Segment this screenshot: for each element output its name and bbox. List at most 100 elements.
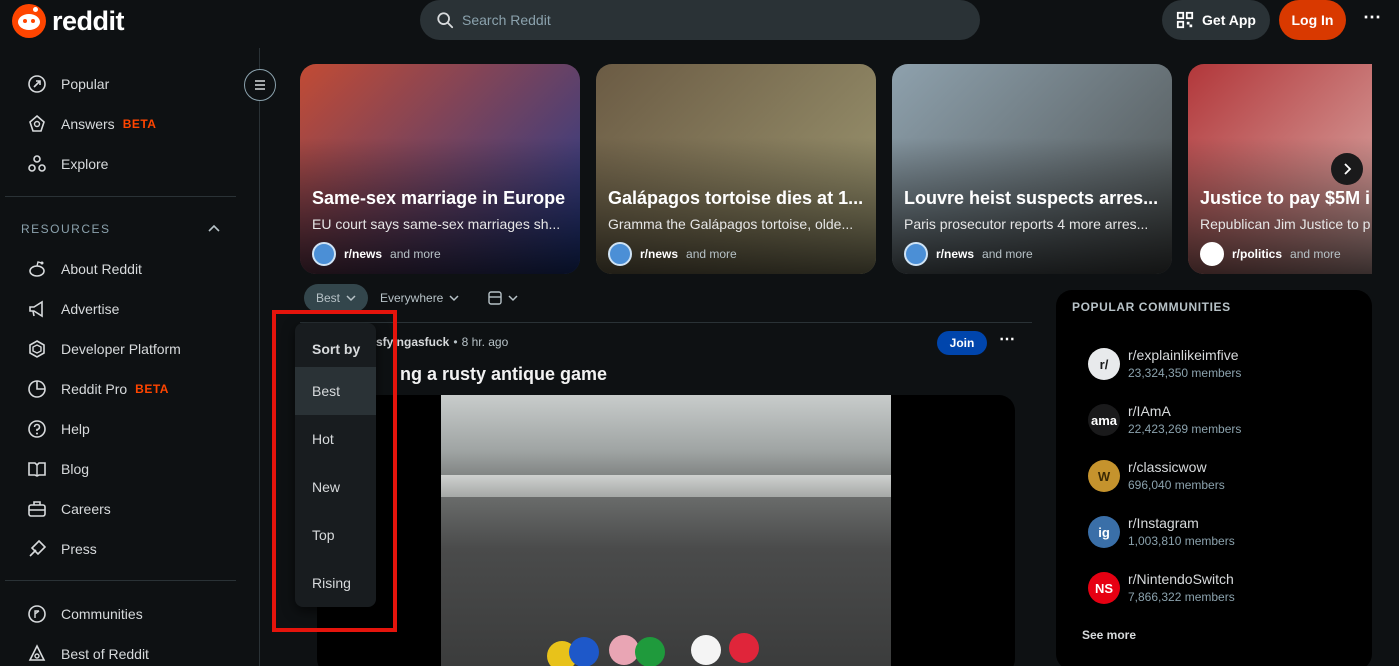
chevron-up-icon [208,224,220,232]
top-header: reddit Get App Log In ⋯ [0,0,1399,48]
sidebar-item-answers[interactable]: Answers BETA [5,104,236,144]
sidebar-item-help[interactable]: Help [5,409,236,449]
community-item[interactable]: ama r/IAmA 22,423,269 members [1088,400,1348,440]
answers-icon [29,114,45,132]
card-description: Gramma the Galápagos tortoise, olde... [608,216,854,232]
card-view-icon [488,291,502,305]
globe-icon [904,242,928,266]
location-label: Everywhere [380,291,444,305]
reddit-logo[interactable]: reddit [12,4,125,38]
community-name: r/NintendoSwitch [1128,571,1234,587]
community-item[interactable]: ig r/Instagram 1,003,810 members [1088,512,1348,552]
community-members: 7,866,322 members [1128,590,1235,604]
card-and-more: and more [982,247,1033,261]
chevron-right-icon [1344,163,1352,175]
sidebar-item-label: Press [61,541,97,557]
community-avatar: NS [1088,572,1120,604]
post-more-options-button[interactable]: ⋯ [993,331,1021,355]
join-button[interactable]: Join [937,331,987,355]
sidebar-item-press[interactable]: Press [5,529,236,569]
collapse-sidebar-button[interactable] [244,69,276,101]
sidebar-item-best-of-reddit[interactable]: Best of Reddit [5,634,236,666]
community-name: r/classicwow [1128,459,1207,475]
card-and-more: and more [686,247,737,261]
sidebar-item-label: Explore [61,156,109,172]
sidebar-item-label: Blog [61,461,90,477]
community-members: 696,040 members [1128,478,1225,492]
view-mode-dropdown-button[interactable] [482,284,524,312]
carousel-next-button[interactable] [1331,153,1363,185]
trending-card[interactable]: Louvre heist suspects arres... Paris pro… [892,64,1172,274]
card-title: Galápagos tortoise dies at 1... [608,188,864,208]
community-name: r/explainlikeimfive [1128,347,1239,363]
community-item[interactable]: r/ r/explainlikeimfive 23,324,350 member… [1088,344,1348,384]
sidebar-item-careers[interactable]: Careers [5,489,236,529]
card-subreddit-name: r/news [936,247,975,261]
login-button[interactable]: Log In [1279,0,1346,40]
sidebar-item-label: Communities [61,606,143,622]
sidebar-item-label: Popular [61,76,110,92]
reddit-snoo-icon [12,4,46,38]
sidebar-item-reddit-pro[interactable]: Reddit Pro BETA [5,369,236,409]
card-subreddit: r/politics and more [1200,242,1341,266]
see-more-button[interactable]: See more [1082,628,1136,642]
community-item[interactable]: NS r/NintendoSwitch 7,866,322 members [1088,568,1348,608]
meta-separator: • [453,335,458,349]
sidebar-item-about-reddit[interactable]: About Reddit [5,249,236,289]
globe-icon [312,242,336,266]
community-members: 23,324,350 members [1128,366,1242,380]
search-input[interactable] [462,12,942,28]
get-app-label: Get App [1202,12,1256,28]
reddit-pro-icon [28,380,46,398]
sidebar-item-advertise[interactable]: Advertise [5,289,236,329]
sidebar-item-explore[interactable]: Explore [5,144,236,184]
location-dropdown-button[interactable]: Everywhere [374,284,465,312]
trending-card[interactable]: Same-sex marriage in Europe EU court say… [300,64,580,274]
left-sidebar: Popular Answers BETA Explore RESOURCES A… [0,48,260,666]
search-bar[interactable] [420,0,980,40]
best-of-reddit-icon [28,644,46,661]
trending-carousel: Same-sex marriage in Europe EU court say… [300,64,1372,274]
community-avatar: r/ [1088,348,1120,380]
qr-code-icon [1176,11,1194,29]
more-options-button[interactable]: ⋯ [1356,6,1388,34]
sidebar-item-label: Help [61,421,90,437]
community-name: r/IAmA [1128,403,1171,419]
sidebar-item-developer-platform[interactable]: Developer Platform [5,329,236,369]
sidebar-item-label: Answers [61,116,115,132]
card-subreddit-name: r/news [640,247,679,261]
card-and-more: and more [1290,247,1341,261]
sort-dropdown-button[interactable]: Best [304,284,368,312]
community-name: r/Instagram [1128,515,1199,531]
sidebar-item-blog[interactable]: Blog [5,449,236,489]
white-knob [691,635,721,665]
sidebar-item-communities[interactable]: Communities [5,594,236,634]
resources-heading: RESOURCES [21,222,111,236]
red-knob [729,633,759,663]
about-reddit-icon [29,261,45,277]
chevron-down-icon [449,295,459,302]
card-title: Louvre heist suspects arres... [904,188,1159,208]
get-app-button[interactable]: Get App [1162,0,1270,40]
trending-card[interactable]: Galápagos tortoise dies at 1... Gramma t… [596,64,876,274]
post-video[interactable] [317,395,1015,666]
sidebar-item-label: Advertise [61,301,120,317]
popular-icon [28,75,46,93]
press-icon [29,539,47,557]
resources-section-toggle[interactable]: RESOURCES [21,222,221,236]
sidebar-item-popular[interactable]: Popular [5,64,236,104]
community-members: 22,423,269 members [1128,422,1242,436]
advertise-icon [29,300,43,318]
globe-icon [608,242,632,266]
chevron-down-icon [508,295,518,302]
community-item[interactable]: W r/classicwow 696,040 members [1088,456,1348,496]
search-icon [437,12,454,29]
community-avatar: W [1088,460,1120,492]
popular-communities-panel: POPULAR COMMUNITIES r/ r/explainlikeimfi… [1056,290,1372,666]
annotation-highlight-box [272,310,397,632]
post-title[interactable]: ng a rusty antique game [400,364,607,385]
video-frame [441,395,891,666]
card-description: Republican Jim Justice to p [1200,216,1371,232]
post-time: 8 hr. ago [461,335,509,349]
careers-icon [28,501,46,517]
